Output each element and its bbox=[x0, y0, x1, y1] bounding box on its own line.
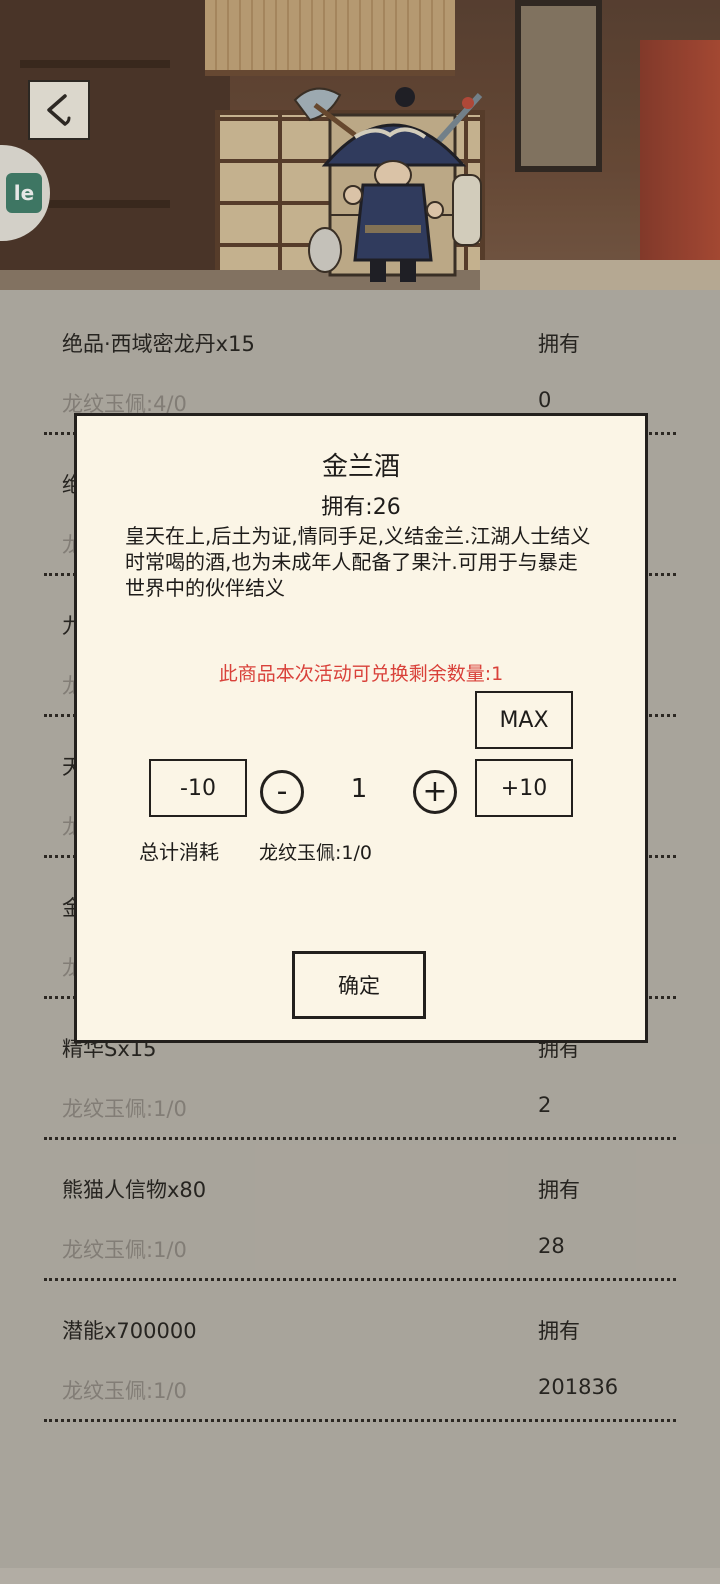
dialog-owned-count: 拥有:26 bbox=[321, 495, 401, 520]
confirm-button[interactable]: 确定 bbox=[292, 951, 426, 1019]
increment-button[interactable]: + bbox=[413, 770, 457, 814]
plus-10-button[interactable]: +10 bbox=[475, 759, 573, 817]
item-description: 皇天在上,后土为证,情同手足,义结金兰.江湖人士结义时常喝的酒,也为未成年人配备… bbox=[125, 524, 591, 600]
max-button[interactable]: MAX bbox=[475, 691, 573, 749]
dialog-title: 金兰酒 bbox=[321, 452, 400, 482]
quantity-value: 1 bbox=[350, 774, 368, 804]
decrement-button[interactable]: - bbox=[260, 770, 304, 814]
total-cost-value: 龙纹玉佩:1/0 bbox=[259, 842, 372, 864]
bottom-bar bbox=[0, 1568, 720, 1584]
exchange-dialog: 金兰酒 拥有:26 皇天在上,后土为证,情同手足,义结金兰.江湖人士结义时常喝的… bbox=[74, 413, 648, 1043]
total-cost-label: 总计消耗 bbox=[139, 840, 219, 864]
remaining-quantity-notice: 此商品本次活动可兑换剩余数量:1 bbox=[218, 663, 504, 685]
minus-10-button[interactable]: -10 bbox=[149, 759, 247, 817]
